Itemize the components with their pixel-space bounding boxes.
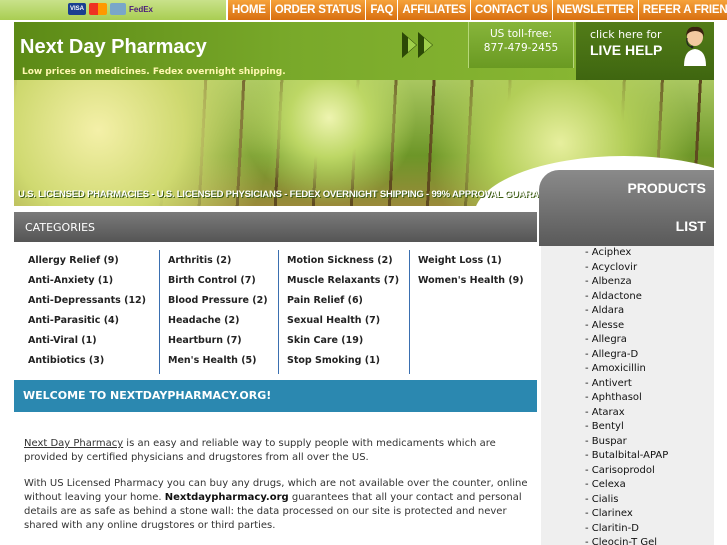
category-link[interactable]: Allergy Relief (9) [28,254,159,274]
welcome-content: Next Day Pharmacy is an easy and reliabl… [24,437,529,545]
product-link[interactable]: - Amoxicillin [541,362,714,377]
category-column: Motion Sickness (2) Muscle Relaxants (7)… [279,250,410,374]
category-link[interactable]: Blood Pressure (2) [168,294,278,314]
fedex-icon: FedEx [129,4,154,14]
categories-table: Allergy Relief (9) Anti-Anxiety (1) Anti… [14,250,537,374]
site-name-link[interactable]: Next Day Pharmacy [24,438,123,449]
product-link[interactable]: - Butalbital-APAP [541,449,714,464]
nav-contact-us[interactable]: CONTACT US [471,0,553,20]
phone-box: US toll-free: 877-479-2455 [468,22,574,68]
products-list: - Aciphex - Acyclovir - Albenza - Aldact… [541,246,714,545]
product-link[interactable]: - Acyclovir [541,261,714,276]
category-link[interactable]: Women's Health (9) [418,274,537,294]
product-link[interactable]: - Antivert [541,377,714,392]
category-link[interactable]: Motion Sickness (2) [287,254,409,274]
product-link[interactable]: - Allegra [541,333,714,348]
product-link[interactable]: - Celexa [541,478,714,493]
product-link[interactable]: - Claritin-D [541,522,714,537]
category-link[interactable]: Birth Control (7) [168,274,278,294]
category-link[interactable]: Skin Care (19) [287,334,409,354]
category-link[interactable]: Headache (2) [168,314,278,334]
support-agent-icon [684,26,706,66]
category-column: Weight Loss (1) Women's Health (9) [410,250,537,374]
product-link[interactable]: - Allegra-D [541,348,714,363]
category-column: Arthritis (2) Birth Control (7) Blood Pr… [160,250,279,374]
product-link[interactable]: - Buspar [541,435,714,450]
live-help-label: LIVE HELP [590,42,663,58]
category-link[interactable]: Anti-Viral (1) [28,334,159,354]
nav-faq[interactable]: FAQ [366,0,399,20]
products-header: PRODUCTS LIST [539,170,714,246]
phone-label: US toll-free: [489,28,553,40]
category-link[interactable]: Pain Relief (6) [287,294,409,314]
top-navigation: HOME ORDER STATUS FAQ AFFILIATES CONTACT… [226,0,727,20]
product-link[interactable]: - Aldactone [541,290,714,305]
categories-title: CATEGORIES [25,221,96,234]
product-link[interactable]: - Alesse [541,319,714,334]
site-header: Next Day Pharmacy Low prices on medicine… [14,22,714,80]
phone-number: 877-479-2455 [483,42,559,54]
visa-icon: VISA [68,3,86,15]
category-link[interactable]: Anti-Anxiety (1) [28,274,159,294]
products-list-title: LIST [675,218,706,234]
nav-affiliates[interactable]: AFFILIATES [398,0,471,20]
product-link[interactable]: - Aphthasol [541,391,714,406]
live-help-button[interactable]: click here for LIVE HELP [576,22,714,80]
category-link[interactable]: Muscle Relaxants (7) [287,274,409,294]
nav-refer-a-friend[interactable]: REFER A FRIEND [639,0,727,20]
product-link[interactable]: - Carisoprodol [541,464,714,479]
top-bar: VISA FedEx HOME ORDER STATUS FAQ AFFILIA… [0,0,727,20]
mastercard-icon [89,3,107,15]
welcome-bar: WELCOME TO NEXTDAYPHARMACY.ORG! [14,380,537,412]
product-link[interactable]: - Aldara [541,304,714,319]
product-link[interactable]: - Bentyl [541,420,714,435]
category-link[interactable]: Sexual Health (7) [287,314,409,334]
product-link[interactable]: - Cialis [541,493,714,508]
payment-methods: VISA FedEx [68,3,153,15]
amex-icon [110,3,126,15]
category-link[interactable]: Weight Loss (1) [418,254,537,274]
tagline: Low prices on medicines. Fedex overnight… [22,67,286,77]
double-chevron-icon [396,28,456,62]
nav-order-status[interactable]: ORDER STATUS [271,0,367,20]
category-link[interactable]: Heartburn (7) [168,334,278,354]
category-link[interactable]: Anti-Depressants (12) [28,294,159,314]
site-domain: Nextdaypharmacy.org [164,492,289,503]
category-link[interactable]: Stop Smoking (1) [287,354,409,374]
banner-slogan: U.S. LICENSED PHARMACIES - U.S. LICENSED… [18,189,564,200]
product-link[interactable]: - Aciphex [541,246,714,261]
product-link[interactable]: - Cleocin-T Gel [541,536,714,545]
live-help-small-text: click here for [590,28,662,41]
category-link[interactable]: Men's Health (5) [168,354,278,374]
site-title[interactable]: Next Day Pharmacy [20,36,207,59]
categories-header: CATEGORIES [14,212,537,242]
welcome-title: WELCOME TO NEXTDAYPHARMACY.ORG! [23,389,272,402]
products-title: PRODUCTS [627,180,706,196]
nav-home[interactable]: HOME [228,0,271,20]
details-paragraph: With US Licensed Pharmacy you can buy an… [24,477,529,533]
intro-paragraph: Next Day Pharmacy is an easy and reliabl… [24,437,529,465]
category-link[interactable]: Arthritis (2) [168,254,278,274]
category-link[interactable]: Antibiotics (3) [28,354,159,374]
category-column: Allergy Relief (9) Anti-Anxiety (1) Anti… [14,250,160,374]
nav-newsletter[interactable]: NEWSLETTER [553,0,639,20]
category-link[interactable]: Anti-Parasitic (4) [28,314,159,334]
product-link[interactable]: - Clarinex [541,507,714,522]
product-link[interactable]: - Albenza [541,275,714,290]
product-link[interactable]: - Atarax [541,406,714,421]
